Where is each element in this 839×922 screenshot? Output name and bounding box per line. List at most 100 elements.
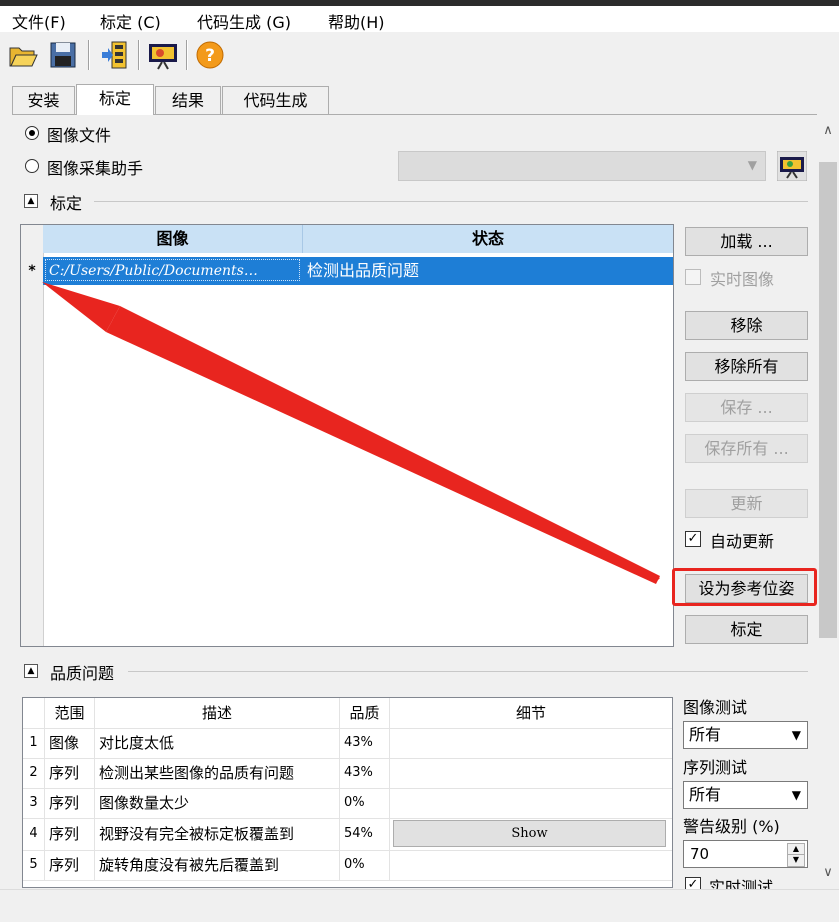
status-cell[interactable]: 检测出品质问题 (307, 257, 419, 285)
camera-capture-icon[interactable] (777, 151, 807, 181)
column-header-status[interactable]: 状态 (303, 225, 673, 253)
collapse-icon[interactable]: ▲ (24, 194, 38, 208)
row-number: 1 (23, 728, 45, 758)
quality-cell: 0% (340, 850, 390, 880)
menu-file[interactable]: 文件(F) (12, 9, 66, 33)
live-test-label: 实时测试 (709, 878, 774, 889)
scroll-down-icon[interactable]: ∨ (821, 866, 835, 880)
update-button: 更新 (685, 489, 808, 518)
image-test-select[interactable]: 所有 ▼ (683, 721, 808, 749)
toolbar-separator (138, 40, 140, 70)
tab-install[interactable]: 安装 (12, 86, 75, 114)
row-number: 2 (23, 758, 45, 788)
image-file-radio[interactable] (25, 126, 39, 140)
description-cell: 检测出某些图像的品质有问题 (95, 758, 340, 788)
column-header-scope: 范围 (45, 698, 95, 728)
collapse-icon[interactable]: ▲ (24, 664, 38, 678)
image-path-cell[interactable]: C:/Users/Public/Documents… (45, 259, 300, 281)
column-header-description: 描述 (95, 698, 340, 728)
column-header-quality: 品质 (340, 698, 390, 728)
detail-cell (390, 728, 672, 758)
save-all-button: 保存所有 ... (685, 434, 808, 463)
calibrate-button[interactable]: 标定 (685, 615, 808, 644)
remove-button[interactable]: 移除 (685, 311, 808, 340)
table-row[interactable]: 4 序列 视野没有完全被标定板覆盖到 54% Show (23, 818, 672, 851)
calibration-section-title: 标定 (50, 194, 83, 213)
table-row[interactable]: 1 图像 对比度太低 43% (23, 728, 672, 759)
row-number: 5 (23, 850, 45, 880)
warning-level-value: 70 (690, 845, 710, 863)
table-row[interactable]: 3 序列 图像数量太少 0% (23, 788, 672, 819)
tab-results[interactable]: 结果 (155, 86, 221, 114)
image-test-label: 图像测试 (683, 698, 748, 717)
quality-cell: 43% (340, 728, 390, 758)
tab-codegen[interactable]: 代码生成 (222, 86, 329, 114)
calibration-image-grid[interactable]: 图像 状态 * C:/Users/Public/Documents… 检测出品质… (20, 224, 674, 647)
live-image-checkbox (685, 269, 701, 285)
sequence-test-select[interactable]: 所有 ▼ (683, 781, 808, 809)
row-number: 4 (23, 818, 45, 850)
section-divider (128, 671, 808, 672)
row-number-header (23, 698, 45, 728)
toolbar-separator (186, 40, 188, 70)
table-row[interactable]: C:/Users/Public/Documents… 检测出品质问题 (43, 257, 673, 285)
row-number: 3 (23, 788, 45, 818)
table-row[interactable]: 5 序列 旋转角度没有被先后覆盖到 0% (23, 850, 672, 881)
scope-cell: 序列 (45, 758, 95, 788)
sequence-test-label: 序列测试 (683, 758, 748, 777)
save-icon[interactable] (48, 40, 78, 70)
tab-strip: 安装 标定 结果 代码生成 (0, 84, 839, 115)
chevron-down-icon: ▼ (791, 788, 801, 802)
acq-assistant-combo: ▼ (398, 151, 766, 181)
folder-open-icon[interactable] (8, 40, 38, 70)
load-button[interactable]: 加载 ... (685, 227, 808, 256)
description-cell: 图像数量太少 (95, 788, 340, 818)
acq-assistant-label: 图像采集助手 (47, 159, 144, 178)
toolbar: ? (0, 32, 839, 76)
show-detail-button[interactable]: Show (393, 820, 666, 847)
menu-help[interactable]: 帮助(H) (328, 9, 385, 33)
help-icon[interactable]: ? (195, 40, 225, 70)
quality-issues-table[interactable]: 范围 描述 品质 细节 1 图像 对比度太低 43% 2 序列 检测出某些图像的… (22, 697, 673, 888)
table-row[interactable]: 2 序列 检测出某些图像的品质有问题 43% (23, 758, 672, 789)
row-marker: * (28, 263, 36, 279)
scope-cell: 图像 (45, 728, 95, 758)
load-images-icon[interactable] (100, 40, 130, 70)
warning-level-spinbox[interactable]: 70 ▲ ▼ (683, 840, 808, 868)
auto-update-checkbox[interactable]: ✓ (685, 531, 701, 547)
column-header-image[interactable]: 图像 (43, 225, 303, 253)
menu-calibrate[interactable]: 标定 (C) (100, 9, 161, 33)
camera-capture-icon[interactable] (148, 40, 178, 70)
scroll-thumb[interactable] (819, 162, 837, 638)
menu-codegen[interactable]: 代码生成 (G) (197, 9, 291, 33)
quality-cell: 0% (340, 788, 390, 818)
detail-cell (390, 850, 672, 880)
chevron-down-icon: ▼ (791, 728, 801, 742)
spin-down-icon[interactable]: ▼ (787, 854, 805, 867)
live-test-checkbox[interactable]: ✓ (685, 877, 701, 889)
description-cell: 视野没有完全被标定板覆盖到 (95, 818, 340, 850)
detail-cell (390, 788, 672, 818)
detail-cell: Show (390, 818, 672, 850)
detail-cell (390, 758, 672, 788)
scope-cell: 序列 (45, 818, 95, 850)
sequence-test-value: 所有 (689, 785, 722, 804)
annotation-highlight-box (672, 568, 817, 606)
grid-header: 图像 状态 (43, 225, 673, 253)
quality-cell: 54% (340, 818, 390, 850)
quality-cell: 43% (340, 758, 390, 788)
remove-all-button[interactable]: 移除所有 (685, 352, 808, 381)
scope-cell: 序列 (45, 788, 95, 818)
scope-cell: 序列 (45, 850, 95, 880)
acq-assistant-radio[interactable] (25, 159, 39, 173)
menu-bar: 文件(F) 标定 (C) 代码生成 (G) 帮助(H) (0, 6, 839, 32)
scroll-up-icon[interactable]: ∧ (821, 124, 835, 138)
image-file-label: 图像文件 (47, 126, 112, 145)
description-cell: 对比度太低 (95, 728, 340, 758)
quality-header-row: 范围 描述 品质 细节 (23, 698, 672, 729)
status-bar (0, 889, 839, 922)
svg-text:?: ? (205, 46, 215, 66)
tab-calibration[interactable]: 标定 (76, 84, 154, 115)
image-test-value: 所有 (689, 725, 722, 744)
save-button: 保存 ... (685, 393, 808, 422)
